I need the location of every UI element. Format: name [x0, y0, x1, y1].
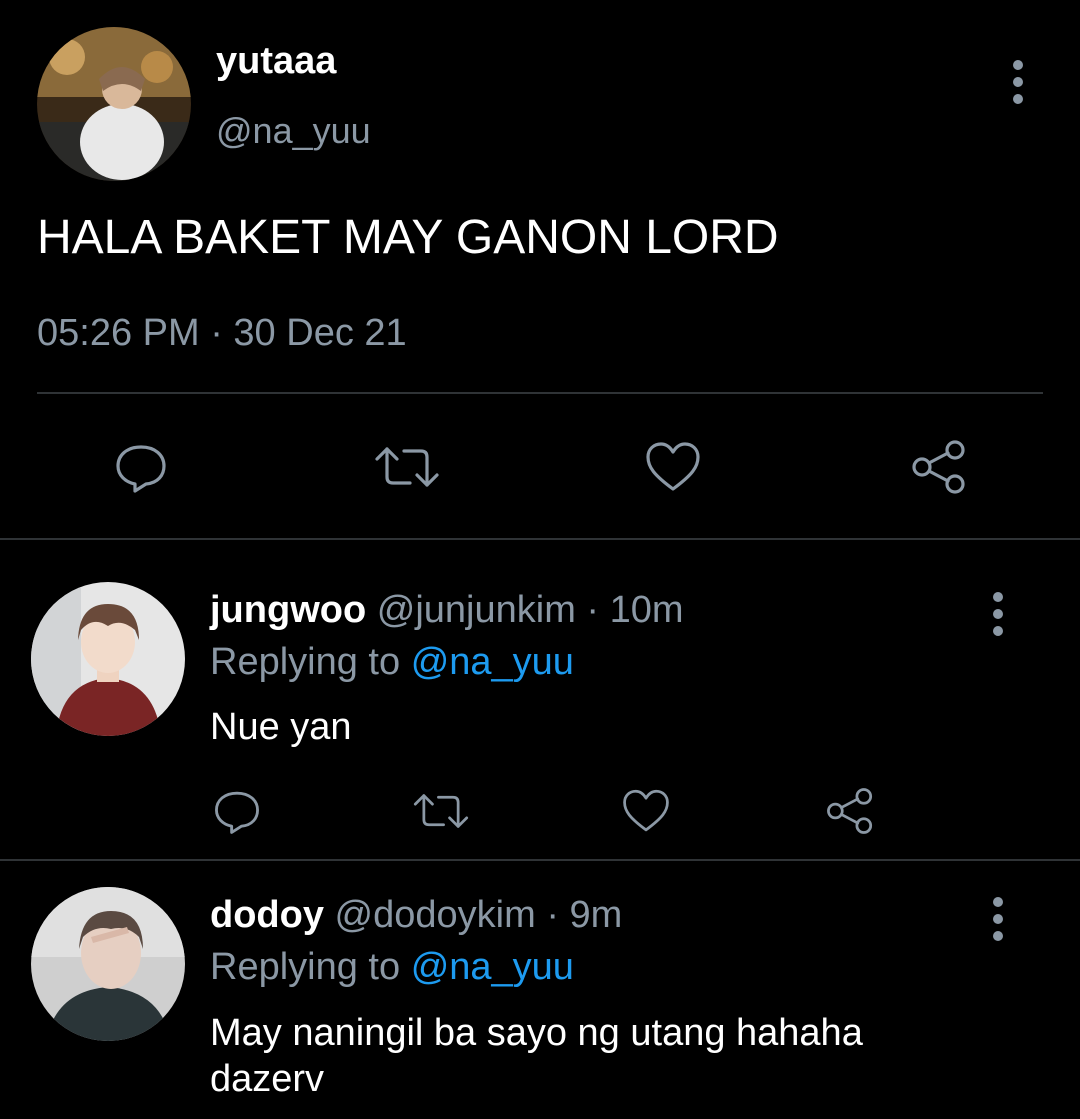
retweet-button[interactable] [371, 437, 443, 497]
replying-to-label: Replying to [210, 641, 401, 683]
replying-to: Replying to @na_yuu [210, 641, 574, 684]
replying-to: Replying to @na_yuu [210, 946, 574, 989]
reply-header: jungwoo @junjunkim · 10m [210, 589, 684, 632]
heart-icon [646, 442, 700, 491]
like-button[interactable] [619, 784, 673, 838]
mention-link[interactable]: @na_yuu [411, 641, 574, 683]
share-icon [912, 440, 965, 494]
tweet-text: HALA BAKET MAY GANON LORD [37, 211, 779, 264]
comment-icon [215, 791, 259, 834]
retweet-button[interactable] [410, 784, 472, 838]
divider [37, 392, 1043, 394]
reply-time: · 9m [546, 894, 623, 936]
comment-button[interactable] [210, 784, 264, 838]
retweet-icon [375, 447, 439, 487]
heart-icon [623, 789, 669, 832]
main-avatar[interactable] [37, 27, 191, 181]
reply-display-name[interactable]: jungwoo [210, 589, 366, 631]
mention-link[interactable]: @na_yuu [411, 946, 574, 988]
like-button[interactable] [643, 437, 703, 497]
retweet-icon [413, 794, 469, 828]
divider [0, 538, 1080, 540]
main-handle[interactable]: @na_yuu [216, 110, 371, 152]
more-options-icon[interactable] [991, 592, 1005, 636]
reply-avatar[interactable] [31, 582, 185, 736]
reply-display-name[interactable]: dodoy [210, 894, 324, 936]
divider [0, 859, 1080, 861]
reply-handle[interactable]: @junjunkim [377, 589, 576, 631]
main-display-name[interactable]: yutaaa [216, 40, 336, 83]
reply-time: · 10m [586, 589, 684, 631]
reply-text: May naningil ba sayo ng utang hahaha daz… [210, 1012, 863, 1100]
share-button[interactable] [823, 784, 877, 838]
comment-button[interactable] [111, 437, 171, 497]
share-icon [827, 788, 873, 834]
comment-icon [116, 445, 166, 493]
more-options-icon[interactable] [991, 897, 1005, 941]
reply-text: Nue yan [210, 706, 352, 748]
reply-header: dodoy @dodoykim · 9m [210, 894, 622, 937]
reply-avatar[interactable] [31, 887, 185, 1041]
more-options-icon[interactable] [1011, 60, 1025, 104]
tweet-timestamp: 05:26 PM · 30 Dec 21 [37, 312, 407, 354]
reply-handle[interactable]: @dodoykim [335, 894, 536, 936]
share-button[interactable] [908, 437, 970, 497]
replying-to-label: Replying to [210, 946, 401, 988]
